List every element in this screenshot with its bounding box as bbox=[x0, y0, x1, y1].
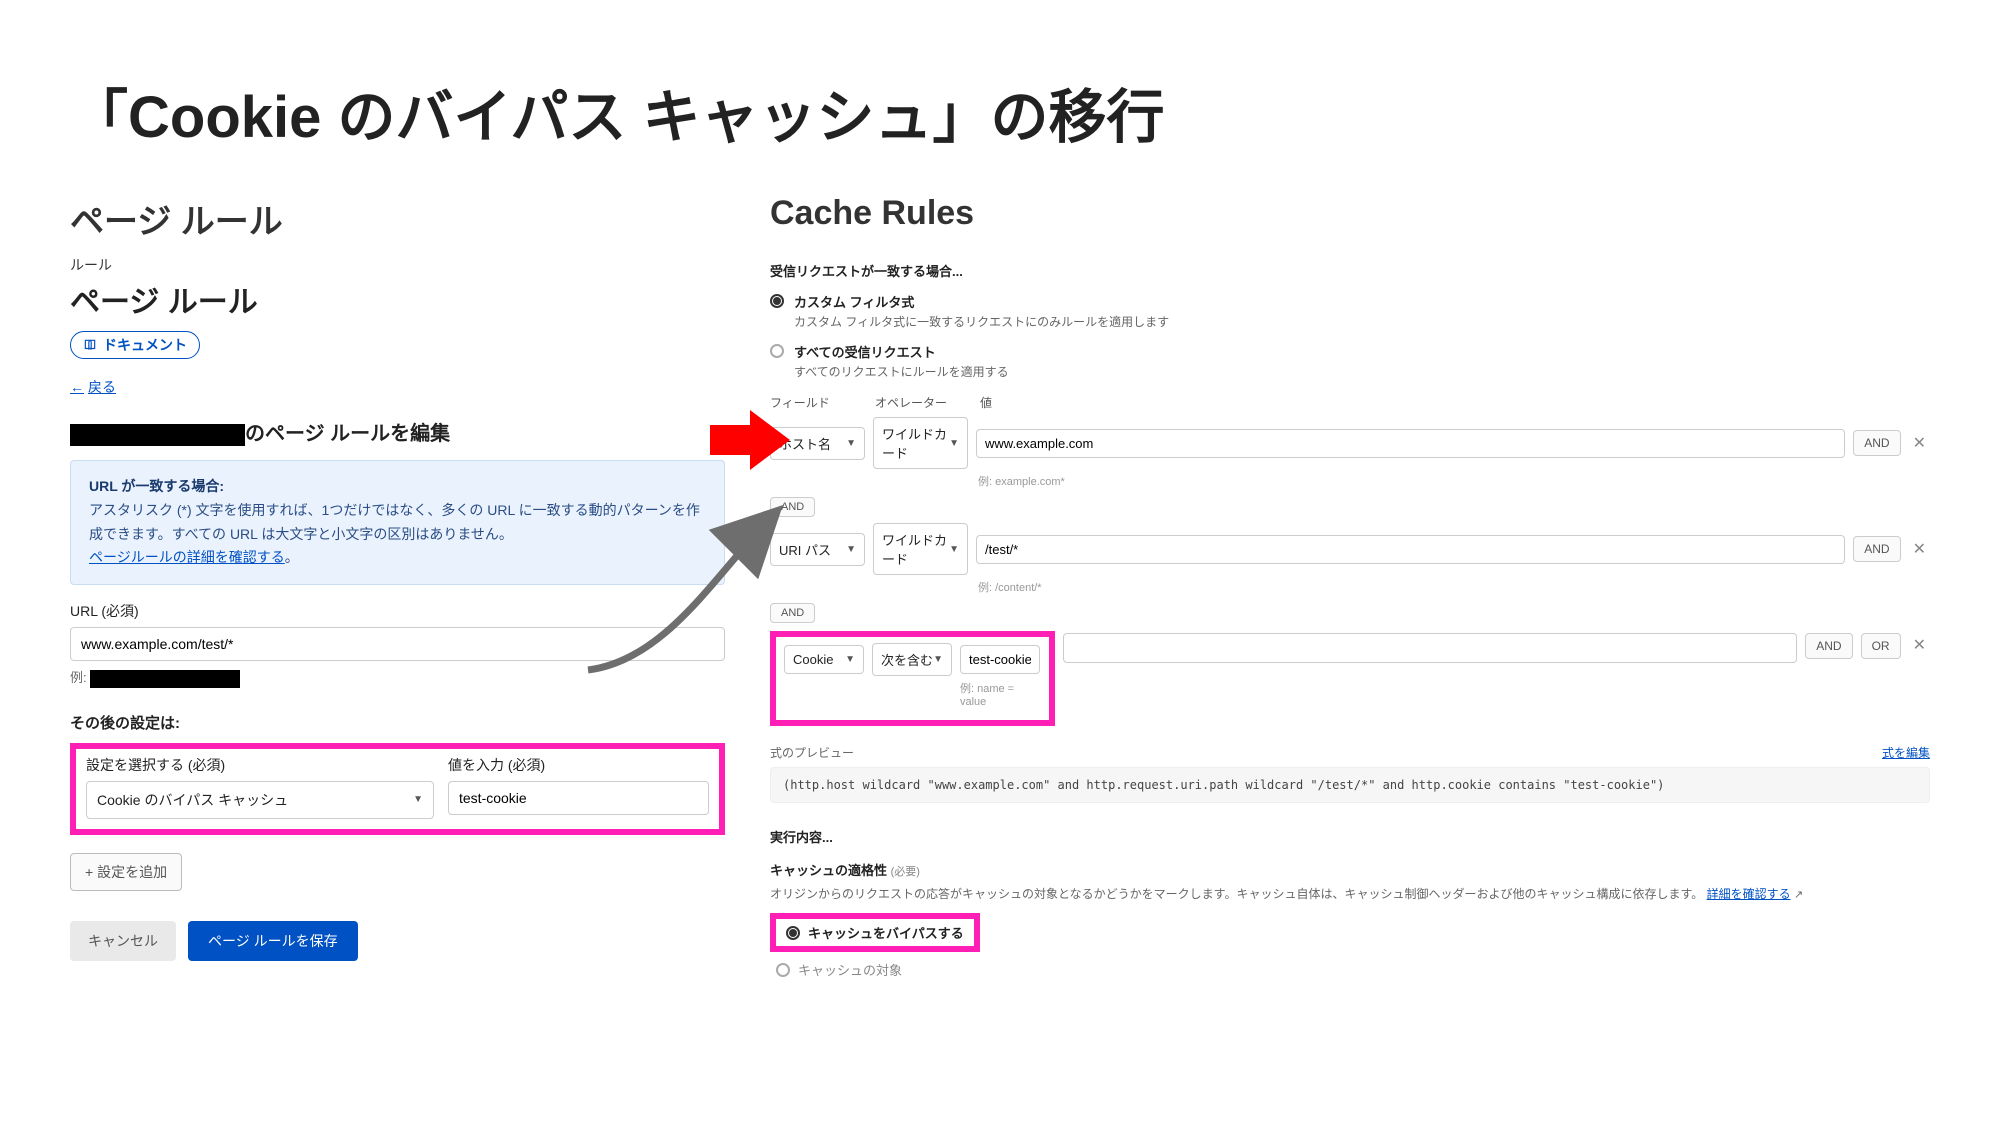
value-input[interactable] bbox=[448, 781, 709, 815]
chevron-down-icon: ▼ bbox=[949, 438, 959, 449]
filter-row-uri: URI パス▼ ワイルドカード▼ AND ✕ bbox=[770, 523, 1930, 575]
filter-row-cookie: Cookie▼ 次を含む▼ bbox=[784, 643, 1041, 676]
example-label: 例: bbox=[70, 670, 87, 685]
radio-custom-desc: カスタム フィルタ式に一致するリクエストにのみルールを適用します bbox=[794, 313, 1169, 330]
required-badge: (必要) bbox=[891, 866, 920, 878]
chevron-down-icon: ▼ bbox=[845, 654, 855, 665]
info-learn-more-link[interactable]: ページルールの詳細を確認する bbox=[89, 549, 285, 565]
radio-icon-empty bbox=[770, 344, 784, 358]
radio-icon-checked bbox=[786, 926, 800, 940]
expression-preview-label: 式のプレビュー bbox=[770, 744, 854, 761]
page-rules-title: ページ ルール bbox=[70, 277, 725, 321]
info-period: 。 bbox=[285, 549, 299, 565]
external-link-icon: ↗ bbox=[1794, 889, 1803, 901]
operator-select-wildcard-1[interactable]: ワイルドカード▼ bbox=[873, 417, 968, 469]
elig-desc-text: オリジンからのリクエストの応答がキャッシュの対象となるかどうかをマークします。キ… bbox=[770, 887, 1703, 901]
edit-page-rule-heading: のページ ルールを編集 bbox=[70, 417, 725, 446]
radio-bypass-cache[interactable]: キャッシュをバイパスする bbox=[786, 923, 964, 942]
select-setting-dropdown[interactable]: Cookie のバイパス キャッシュ ▼ bbox=[86, 781, 434, 819]
migration-arrow-icon bbox=[710, 410, 790, 470]
radio-all-requests[interactable]: すべての受信リクエスト すべてのリクエストにルールを適用する bbox=[770, 342, 1930, 380]
header-field: フィールド bbox=[770, 394, 865, 411]
radio-icon-checked bbox=[770, 294, 784, 308]
and-button-row1[interactable]: AND bbox=[1853, 430, 1900, 456]
edit-heading-suffix: のページ ルールを編集 bbox=[245, 423, 450, 445]
value-input-host[interactable] bbox=[976, 429, 1845, 458]
chevron-down-icon: ▼ bbox=[933, 654, 943, 665]
example-cookie: 例: name = value bbox=[960, 680, 1041, 708]
filter-header-row: フィールド オペレーター 値 bbox=[770, 394, 1930, 411]
back-label: 戻る bbox=[88, 377, 116, 397]
filter-row-host: ホスト名▼ ワイルドカード▼ AND ✕ bbox=[770, 417, 1930, 469]
remove-row-1[interactable]: ✕ bbox=[1909, 433, 1930, 453]
value-input-cookie[interactable] bbox=[960, 645, 1040, 674]
value-input-cookie-extra[interactable] bbox=[1063, 633, 1797, 663]
select-setting-value: Cookie のバイパス キャッシュ bbox=[97, 790, 288, 810]
elig-learn-more-link[interactable]: 詳細を確認する bbox=[1707, 887, 1791, 901]
header-value: 値 bbox=[980, 394, 1930, 411]
cookie-row-highlight: Cookie▼ 次を含む▼ 例: name = value bbox=[770, 631, 1055, 726]
after-settings-heading: その後の設定は: bbox=[70, 712, 725, 733]
breadcrumb-rules: ルール bbox=[70, 255, 725, 275]
documentation-pill[interactable]: ドキュメント bbox=[70, 331, 200, 359]
radio-all-label: すべての受信リクエスト bbox=[794, 342, 1009, 361]
cache-eligibility-desc: オリジンからのリクエストの応答がキャッシュの対象となるかどうかをマークします。キ… bbox=[770, 885, 1930, 905]
radio-all-desc: すべてのリクエストにルールを適用する bbox=[794, 363, 1009, 380]
arrow-left-icon: ← bbox=[70, 379, 84, 395]
elig-head-text: キャッシュの適格性 bbox=[770, 863, 887, 878]
operator-select-contains[interactable]: 次を含む▼ bbox=[872, 643, 952, 676]
and-button-row2[interactable]: AND bbox=[1853, 536, 1900, 562]
right-column-heading: Cache Rules bbox=[770, 194, 1930, 233]
chevron-down-icon: ▼ bbox=[846, 438, 856, 449]
header-operator: オペレーター bbox=[875, 394, 970, 411]
cancel-button[interactable]: キャンセル bbox=[70, 921, 176, 961]
example-host: 例: example.com* bbox=[978, 473, 1930, 489]
back-link[interactable]: ← 戻る bbox=[70, 377, 116, 397]
linking-arrow-icon bbox=[578, 490, 798, 690]
and-button-row3[interactable]: AND bbox=[1805, 633, 1852, 659]
chevron-down-icon: ▼ bbox=[949, 544, 959, 555]
execution-heading: 実行内容... bbox=[770, 827, 1930, 846]
remove-row-2[interactable]: ✕ bbox=[1909, 539, 1930, 559]
value-input-uri[interactable] bbox=[976, 535, 1845, 564]
example-uri: 例: /content/* bbox=[978, 579, 1930, 595]
chevron-down-icon: ▼ bbox=[413, 794, 423, 805]
bypass-label: キャッシュをバイパスする bbox=[808, 923, 964, 942]
add-setting-button[interactable]: + 設定を追加 bbox=[70, 853, 182, 891]
radio-custom-label: カスタム フィルタ式 bbox=[794, 292, 1169, 311]
or-button-row3[interactable]: OR bbox=[1861, 633, 1901, 659]
documentation-label: ドキュメント bbox=[103, 335, 187, 355]
chevron-down-icon: ▼ bbox=[846, 544, 856, 555]
radio-icon-empty bbox=[776, 963, 790, 977]
book-icon bbox=[83, 338, 97, 352]
slide-title: 「Cookie のバイパス キャッシュ」の移行 bbox=[70, 70, 1930, 154]
expression-code: (http.host wildcard "www.example.com" an… bbox=[770, 767, 1930, 803]
radio-cache-eligible[interactable]: キャッシュの対象 bbox=[776, 960, 1930, 979]
remove-row-3[interactable]: ✕ bbox=[1909, 635, 1930, 655]
operator-select-wildcard-2[interactable]: ワイルドカード▼ bbox=[873, 523, 968, 575]
select-setting-label: 設定を選択する (必須) bbox=[86, 755, 434, 775]
radio-custom-filter[interactable]: カスタム フィルタ式 カスタム フィルタ式に一致するリクエストにのみルールを適用… bbox=[770, 292, 1930, 330]
cache-eligibility-heading: キャッシュの適格性 (必要) bbox=[770, 860, 1930, 879]
edit-expression-link[interactable]: 式を編集 bbox=[1882, 744, 1930, 761]
bypass-option-highlight: キャッシュをバイパスする bbox=[770, 913, 980, 952]
redacted-domain bbox=[70, 424, 245, 446]
value-input-label: 値を入力 (必須) bbox=[448, 755, 709, 775]
incoming-request-heading: 受信リクエストが一致する場合... bbox=[770, 261, 1930, 280]
redacted-example bbox=[90, 670, 240, 688]
setting-highlight-box: 設定を選択する (必須) Cookie のバイパス キャッシュ ▼ 値を入力 (… bbox=[70, 743, 725, 835]
cache-rules-panel: Cache Rules 受信リクエストが一致する場合... カスタム フィルタ式… bbox=[770, 194, 1930, 979]
left-column-heading: ページ ルール bbox=[70, 194, 725, 243]
cache-eligible-label: キャッシュの対象 bbox=[798, 960, 902, 979]
save-button[interactable]: ページ ルールを保存 bbox=[188, 921, 358, 961]
